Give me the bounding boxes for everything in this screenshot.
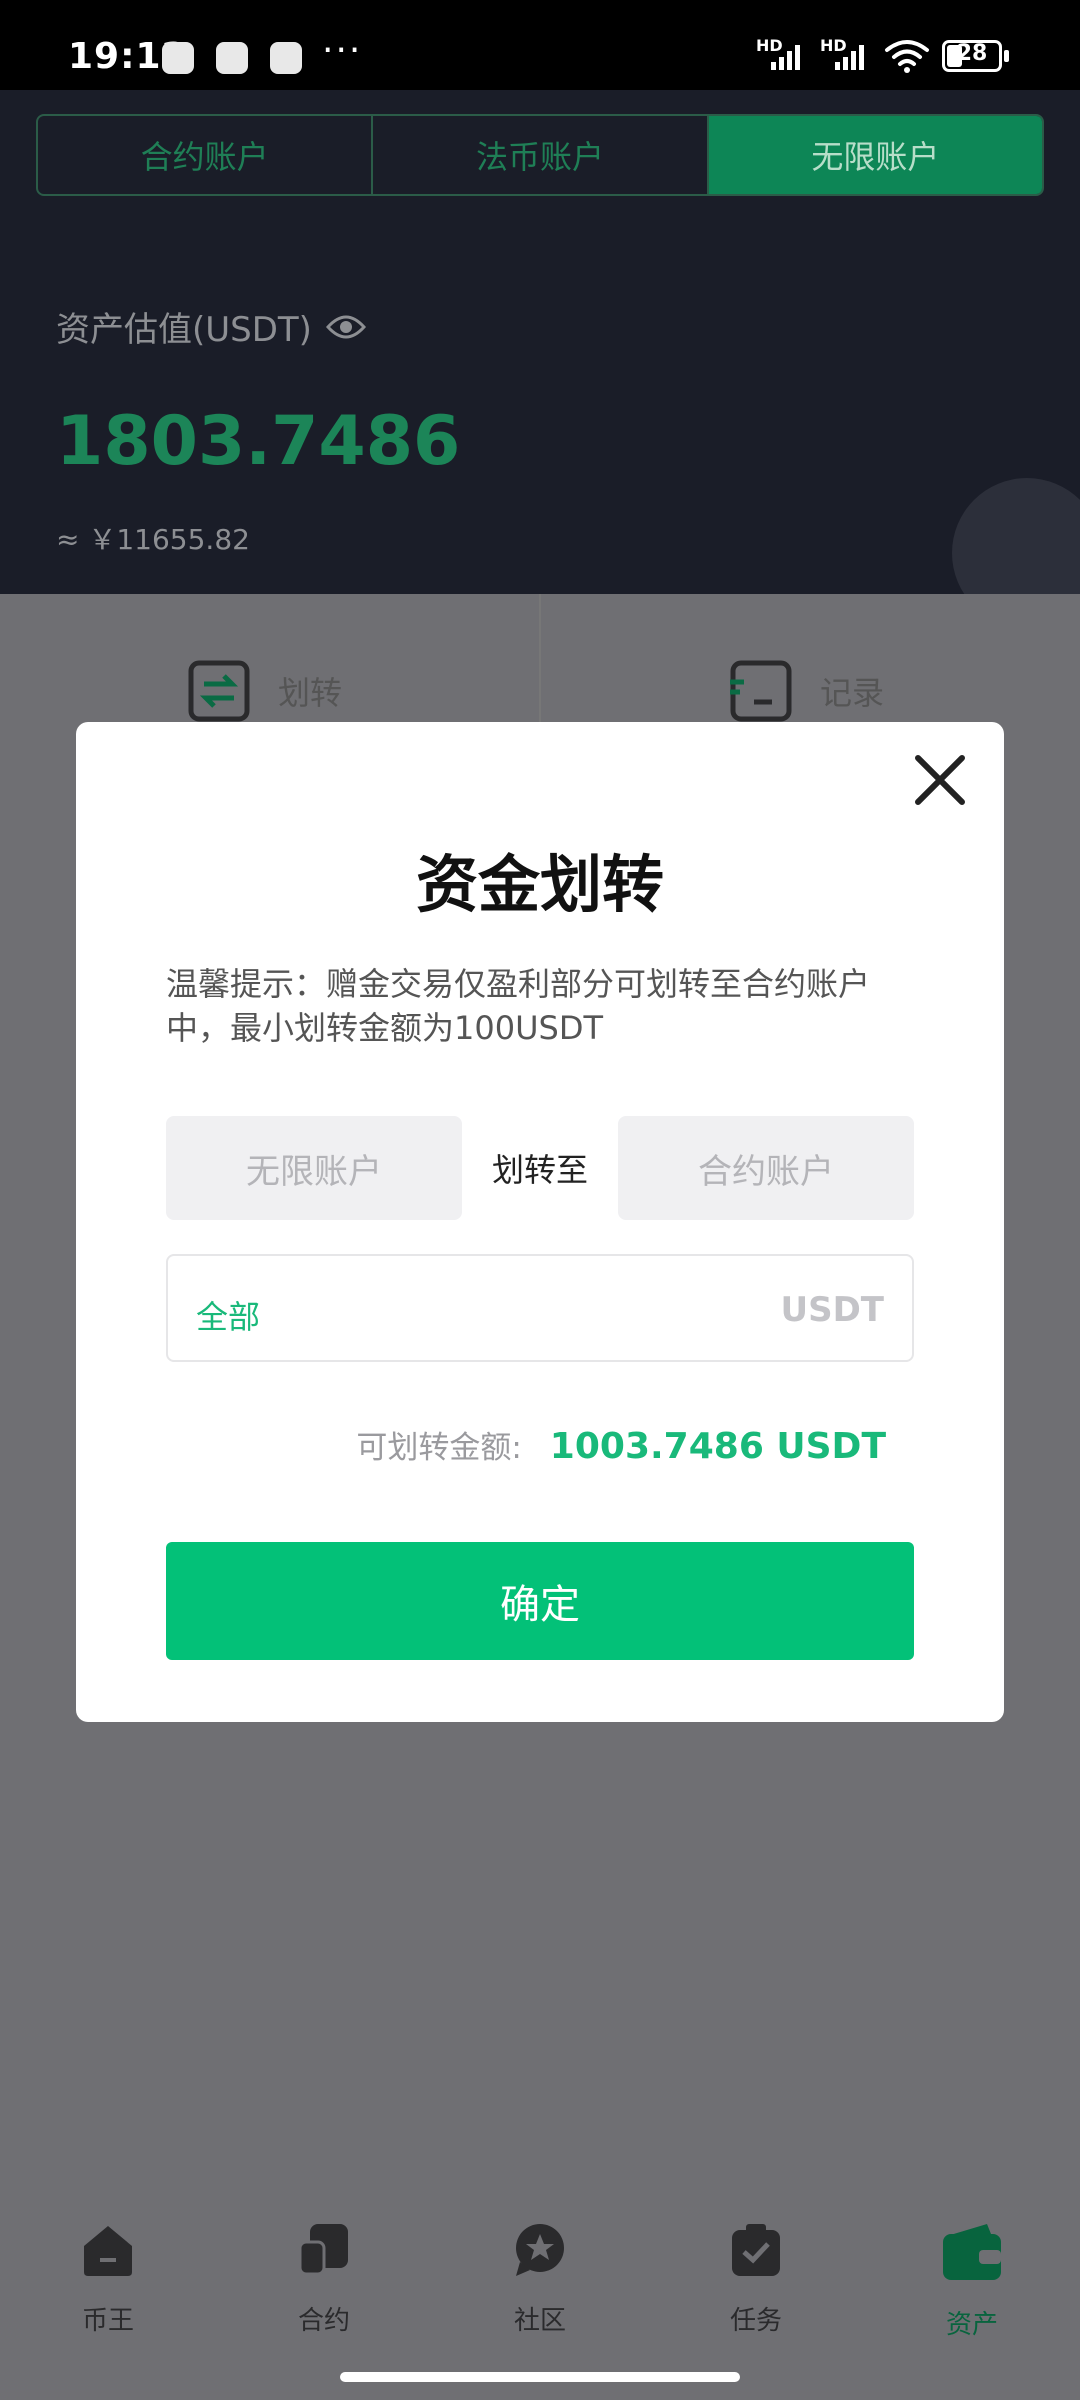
wifi-icon bbox=[885, 40, 929, 73]
nav-item-home[interactable]: 币王 bbox=[0, 2194, 216, 2400]
asset-label: 资产估值(USDT) bbox=[56, 302, 366, 351]
available-value: 1003.7486 USDT bbox=[549, 1426, 886, 1467]
signal-icon: HD bbox=[756, 36, 800, 72]
transfer-label: 划转 bbox=[278, 674, 343, 712]
transfer-action[interactable]: 划转 bbox=[188, 660, 342, 722]
home-indicator[interactable] bbox=[340, 2372, 740, 2382]
from-account-select[interactable]: 无限账户 bbox=[166, 1116, 462, 1220]
close-icon[interactable] bbox=[912, 752, 968, 808]
transfer-modal: 资金划转 温馨提示：赠金交易仅盈利部分可划转至合约账户中，最小划转金额为100U… bbox=[76, 722, 1004, 1722]
nav-label: 币王 bbox=[81, 2306, 134, 2336]
asset-label-text: 资产估值(USDT) bbox=[56, 310, 312, 350]
page: 19:12 ··· HD HD 28 合约账户 法币账户 无限账户 资产估值(U… bbox=[0, 0, 1080, 2400]
available-amount: 可划转金额: 1003.7486 USDT bbox=[356, 1422, 886, 1467]
status-bar: 19:12 ··· HD HD 28 bbox=[0, 0, 1080, 90]
battery-level: 28 bbox=[956, 41, 988, 66]
records-label: 记录 bbox=[820, 674, 885, 712]
battery-icon: 28 bbox=[942, 40, 1002, 72]
community-icon bbox=[516, 2224, 564, 2276]
signal-icon: HD bbox=[820, 36, 864, 72]
nav-label: 合约 bbox=[297, 2306, 350, 2336]
eye-icon[interactable] bbox=[325, 313, 366, 341]
to-account-select[interactable]: 合约账户 bbox=[618, 1116, 914, 1220]
asset-value: 1803.7486 bbox=[56, 402, 461, 481]
notification-icons bbox=[162, 42, 302, 74]
available-label: 可划转金额: bbox=[356, 1430, 522, 1466]
nav-label: 任务 bbox=[729, 2306, 782, 2336]
nav-item-contract[interactable]: 合约 bbox=[216, 2194, 432, 2400]
contract-icon bbox=[298, 2224, 348, 2276]
wallet-icon bbox=[943, 2224, 1001, 2280]
transfer-to-label: 划转至 bbox=[491, 1151, 588, 1189]
modal-title: 资金划转 bbox=[415, 848, 664, 921]
modal-tip: 温馨提示：赠金交易仅盈利部分可划转至合约账户中，最小划转金额为100USDT bbox=[166, 965, 871, 1047]
task-icon bbox=[732, 2224, 780, 2276]
asset-cny-value: ≈ ￥11655.82 bbox=[56, 523, 250, 556]
nav-label: 资产 bbox=[945, 2310, 998, 2340]
records-action[interactable]: 记录 bbox=[730, 660, 884, 722]
nav-item-assets[interactable]: 资产 bbox=[864, 2194, 1080, 2400]
asset-header: 合约账户 法币账户 无限账户 资产估值(USDT) 1803.7486 ≈ ￥1… bbox=[0, 90, 1080, 628]
home-icon bbox=[84, 2226, 132, 2276]
tab-fiat-account[interactable]: 法币账户 bbox=[373, 116, 709, 194]
tab-unlimited-account[interactable]: 无限账户 bbox=[708, 116, 1042, 194]
app-notification-icon bbox=[162, 42, 194, 74]
amount-input[interactable]: 全部 USDT bbox=[166, 1254, 914, 1362]
game-notification-icon bbox=[216, 42, 248, 74]
all-button[interactable]: 全部 bbox=[196, 1292, 260, 1338]
nav-item-community[interactable]: 社区 bbox=[432, 2194, 648, 2400]
alipay-notification-icon bbox=[270, 42, 302, 74]
bottom-nav: 币王 合约 社区 任务 资产 bbox=[0, 2194, 1080, 2400]
tab-contract-account[interactable]: 合约账户 bbox=[38, 116, 374, 194]
account-tabs: 合约账户 法币账户 无限账户 bbox=[36, 114, 1044, 196]
battery-tip bbox=[1004, 50, 1009, 62]
nav-label: 社区 bbox=[513, 2306, 566, 2336]
more-notifications-icon: ··· bbox=[322, 30, 363, 71]
records-icon bbox=[730, 660, 792, 722]
transfer-icon bbox=[188, 660, 250, 722]
unit-label: USDT bbox=[780, 1290, 884, 1330]
nav-item-task[interactable]: 任务 bbox=[648, 2194, 864, 2400]
confirm-button[interactable]: 确定 bbox=[166, 1542, 914, 1660]
